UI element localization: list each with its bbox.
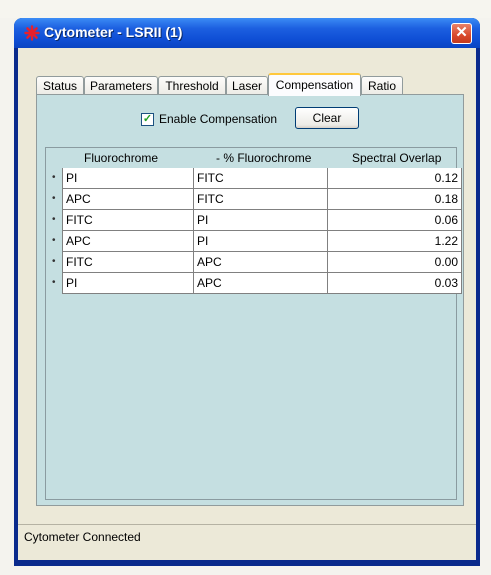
row-marker: • <box>52 235 56 246</box>
close-icon[interactable]: ✕ <box>451 23 472 44</box>
table-row[interactable]: • APC FITC 0.18 <box>46 189 462 210</box>
cell-minus-fluorochrome[interactable]: APC <box>194 273 328 294</box>
table-row[interactable]: • FITC APC 0.00 <box>46 252 462 273</box>
window-title: Cytometer - LSRII (1) <box>44 24 183 40</box>
red-asterisk-icon <box>24 25 40 41</box>
cell-spectral-overlap[interactable]: 1.22 <box>328 231 462 252</box>
cell-spectral-overlap[interactable]: 0.18 <box>328 189 462 210</box>
status-bar: Cytometer Connected <box>18 524 476 549</box>
cell-minus-fluorochrome[interactable]: APC <box>194 252 328 273</box>
enable-compensation-label[interactable]: Enable Compensation <box>159 112 277 126</box>
tab-ratio[interactable]: Ratio <box>361 76 403 95</box>
table-row[interactable]: • APC PI 1.22 <box>46 231 462 252</box>
column-header-minus-fluorochrome[interactable]: - % Fluorochrome <box>216 151 311 165</box>
row-marker: • <box>52 214 56 225</box>
cytometer-window: Cytometer - LSRII (1) ✕ Status Parameter… <box>14 18 480 566</box>
cell-spectral-overlap[interactable]: 0.00 <box>328 252 462 273</box>
cell-spectral-overlap[interactable]: 0.03 <box>328 273 462 294</box>
cell-fluorochrome[interactable]: APC <box>62 189 194 210</box>
compensation-table: Fluorochrome - % Fluorochrome Spectral O… <box>45 147 462 500</box>
title-bar[interactable]: Cytometer - LSRII (1) ✕ <box>14 18 480 48</box>
cell-minus-fluorochrome[interactable]: PI <box>194 231 328 252</box>
row-marker: • <box>52 172 56 183</box>
window-bottom-edge <box>18 548 476 560</box>
tab-compensation[interactable]: Compensation <box>268 73 361 96</box>
cell-fluorochrome[interactable]: PI <box>62 273 194 294</box>
enable-compensation-checkbox[interactable]: ✓ <box>141 113 154 126</box>
column-header-spectral-overlap[interactable]: Spectral Overlap <box>352 151 441 165</box>
table-row[interactable]: • PI APC 0.03 <box>46 273 462 294</box>
tab-status[interactable]: Status <box>36 76 84 95</box>
cell-spectral-overlap[interactable]: 0.06 <box>328 210 462 231</box>
table-header: Fluorochrome - % Fluorochrome Spectral O… <box>46 148 456 168</box>
cell-minus-fluorochrome[interactable]: FITC <box>194 168 328 189</box>
cell-fluorochrome[interactable]: FITC <box>62 252 194 273</box>
column-header-fluorochrome[interactable]: Fluorochrome <box>84 151 158 165</box>
row-marker: • <box>52 256 56 267</box>
status-text: Cytometer Connected <box>24 530 141 544</box>
tab-parameters[interactable]: Parameters <box>84 76 158 95</box>
cell-fluorochrome[interactable]: APC <box>62 231 194 252</box>
row-marker: • <box>52 193 56 204</box>
cell-minus-fluorochrome[interactable]: FITC <box>194 189 328 210</box>
cell-fluorochrome[interactable]: PI <box>62 168 194 189</box>
cell-fluorochrome[interactable]: FITC <box>62 210 194 231</box>
row-marker: • <box>52 277 56 288</box>
desktop-background <box>0 0 491 18</box>
clear-button[interactable]: Clear <box>295 107 359 129</box>
window-client-area: Status Parameters Threshold Laser Compen… <box>18 48 476 560</box>
compensation-panel: ✓ Enable Compensation Clear Fluorochrome… <box>36 94 464 506</box>
tab-laser[interactable]: Laser <box>226 76 268 95</box>
cell-minus-fluorochrome[interactable]: PI <box>194 210 328 231</box>
table-row[interactable]: • PI FITC 0.12 <box>46 168 462 189</box>
tab-threshold[interactable]: Threshold <box>158 76 226 95</box>
cell-spectral-overlap[interactable]: 0.12 <box>328 168 462 189</box>
table-row[interactable]: • FITC PI 0.06 <box>46 210 462 231</box>
